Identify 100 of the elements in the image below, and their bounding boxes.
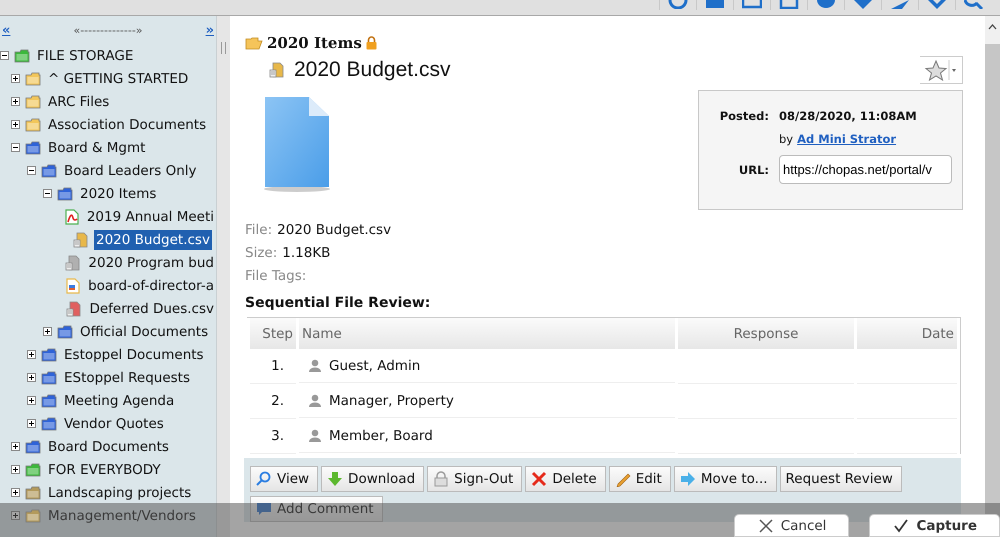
collapse-toggle[interactable] bbox=[27, 166, 36, 175]
column-header[interactable]: Name bbox=[299, 318, 675, 349]
plus-icon bbox=[11, 511, 20, 520]
tree-item[interactable]: Vendor Quotes bbox=[62, 414, 166, 434]
tree-item[interactable]: FOR EVERYBODY bbox=[46, 460, 163, 480]
plus-icon bbox=[43, 327, 52, 336]
action-button[interactable]: Sign-Out bbox=[427, 466, 522, 492]
tree-item[interactable]: 2019 Annual Meeti bbox=[84, 206, 216, 226]
plus-icon bbox=[27, 373, 36, 382]
tree-item[interactable]: EStoppel Requests bbox=[62, 368, 192, 388]
speech-bubble-icon bbox=[256, 501, 272, 517]
tree-item[interactable]: Meeting Agenda bbox=[62, 390, 176, 410]
plus-icon bbox=[11, 442, 20, 451]
tree-item[interactable]: 2020 Budget.csv bbox=[94, 230, 212, 250]
expand-toggle[interactable] bbox=[11, 465, 20, 474]
field-label: File Tags: bbox=[245, 268, 306, 284]
expand-toggle[interactable] bbox=[11, 97, 20, 106]
by-label: by bbox=[779, 132, 794, 146]
cancel-button[interactable]: Cancel bbox=[734, 514, 850, 537]
tree-item[interactable]: FILE STORAGE bbox=[35, 46, 136, 66]
tree-item[interactable]: Board Documents bbox=[46, 436, 171, 456]
tree-item[interactable]: Board Leaders Only bbox=[62, 160, 199, 180]
scroll-up-icon[interactable] bbox=[988, 24, 997, 30]
plus-icon bbox=[11, 120, 20, 129]
action-button[interactable]: View bbox=[250, 466, 318, 492]
column-header[interactable]: Date bbox=[857, 318, 957, 349]
plus-icon bbox=[27, 350, 36, 359]
tree-item[interactable]: Association Documents bbox=[46, 114, 208, 134]
field-value: 2020 Budget.csv bbox=[277, 222, 392, 238]
expand-toggle[interactable] bbox=[11, 120, 20, 129]
tree-item[interactable]: Management/Vendors bbox=[46, 506, 198, 526]
field-label: File: bbox=[245, 222, 272, 238]
expand-toggle[interactable] bbox=[11, 442, 20, 451]
minus-icon bbox=[11, 143, 20, 152]
author-link[interactable]: Ad Mini Strator bbox=[797, 132, 896, 146]
action-button[interactable]: Request Review bbox=[780, 466, 902, 492]
expand-link[interactable]: » bbox=[206, 22, 214, 38]
star-icon bbox=[924, 59, 958, 81]
expand-toggle[interactable] bbox=[27, 373, 36, 382]
collapse-toggle[interactable] bbox=[43, 189, 52, 198]
collapse-toggle[interactable] bbox=[0, 51, 9, 60]
pencil-icon bbox=[614, 471, 631, 487]
favorite-dropdown[interactable] bbox=[920, 56, 963, 84]
plus-icon bbox=[11, 465, 20, 474]
expand-toggle[interactable] bbox=[11, 511, 20, 520]
tree-item[interactable]: Deferred Dues.csv bbox=[87, 298, 216, 318]
table-cell: 1. bbox=[250, 349, 296, 384]
right-arrow-icon bbox=[680, 471, 696, 487]
file-title: 2020 Budget.csv bbox=[294, 58, 450, 82]
field-value: 1.18KB bbox=[282, 244, 330, 260]
check-icon bbox=[894, 518, 908, 532]
field-label: Size: bbox=[245, 244, 278, 260]
tree-item[interactable]: ^ GETTING STARTED bbox=[46, 68, 190, 88]
expand-toggle[interactable] bbox=[11, 488, 20, 497]
person-icon bbox=[309, 359, 321, 372]
tree-item[interactable]: board-of-director-a bbox=[86, 276, 216, 296]
tree-item[interactable]: Board & Mgmt bbox=[46, 138, 148, 158]
tree-item[interactable]: 2020 Items bbox=[78, 184, 158, 204]
table-cell: 2. bbox=[250, 384, 296, 419]
posted-date: 08/28/2020, 11:08AM bbox=[779, 109, 918, 123]
url-label: URL: bbox=[738, 162, 769, 176]
tree-item[interactable]: ARC Files bbox=[46, 92, 112, 112]
tree-item[interactable]: Estoppel Documents bbox=[62, 344, 206, 364]
plus-icon bbox=[11, 74, 20, 83]
toolbar-icon bbox=[890, 0, 910, 9]
minus-icon bbox=[0, 51, 9, 60]
tree-item[interactable]: 2020 Program bud bbox=[86, 252, 216, 272]
plus-icon bbox=[27, 396, 36, 405]
spreadsheet-file-icon bbox=[269, 62, 285, 78]
column-header[interactable]: Step bbox=[250, 318, 296, 349]
plus-icon bbox=[27, 419, 36, 428]
section-title: Sequential File Review: bbox=[245, 295, 432, 311]
down-arrow-icon bbox=[327, 471, 344, 487]
folder-title: 2020 Items bbox=[267, 34, 362, 52]
capture-button[interactable]: Capture bbox=[869, 514, 1000, 537]
column-header[interactable]: Response bbox=[678, 318, 854, 349]
toolbar-icon bbox=[853, 0, 873, 9]
action-button[interactable]: Download bbox=[321, 466, 424, 492]
expand-toggle[interactable] bbox=[27, 350, 36, 359]
resize-link[interactable]: «--------------» bbox=[73, 24, 143, 36]
expand-toggle[interactable] bbox=[27, 396, 36, 405]
action-button[interactable]: Move to... bbox=[674, 466, 777, 492]
tree-item[interactable]: Landscaping projects bbox=[46, 482, 194, 502]
person-icon bbox=[309, 394, 321, 407]
toolbar-icon bbox=[816, 0, 836, 9]
expand-toggle[interactable] bbox=[27, 419, 36, 428]
toolbar-icon bbox=[668, 0, 688, 9]
expand-toggle[interactable] bbox=[43, 327, 52, 336]
url-field[interactable]: https://chopas.net/portal/v bbox=[779, 155, 952, 184]
action-button[interactable]: Delete bbox=[525, 466, 606, 492]
folder-icon bbox=[245, 36, 263, 50]
posted-label: Posted: bbox=[718, 109, 769, 123]
expand-toggle[interactable] bbox=[11, 74, 20, 83]
toolbar-icon bbox=[927, 0, 947, 9]
splitter-handle[interactable] bbox=[221, 42, 226, 54]
add-comment-button[interactable]: Add Comment bbox=[250, 496, 383, 522]
tree-item[interactable]: Official Documents bbox=[78, 322, 210, 342]
collapse-toggle[interactable] bbox=[11, 143, 20, 152]
collapse-link[interactable]: « bbox=[2, 22, 10, 38]
action-button[interactable]: Edit bbox=[608, 466, 671, 492]
